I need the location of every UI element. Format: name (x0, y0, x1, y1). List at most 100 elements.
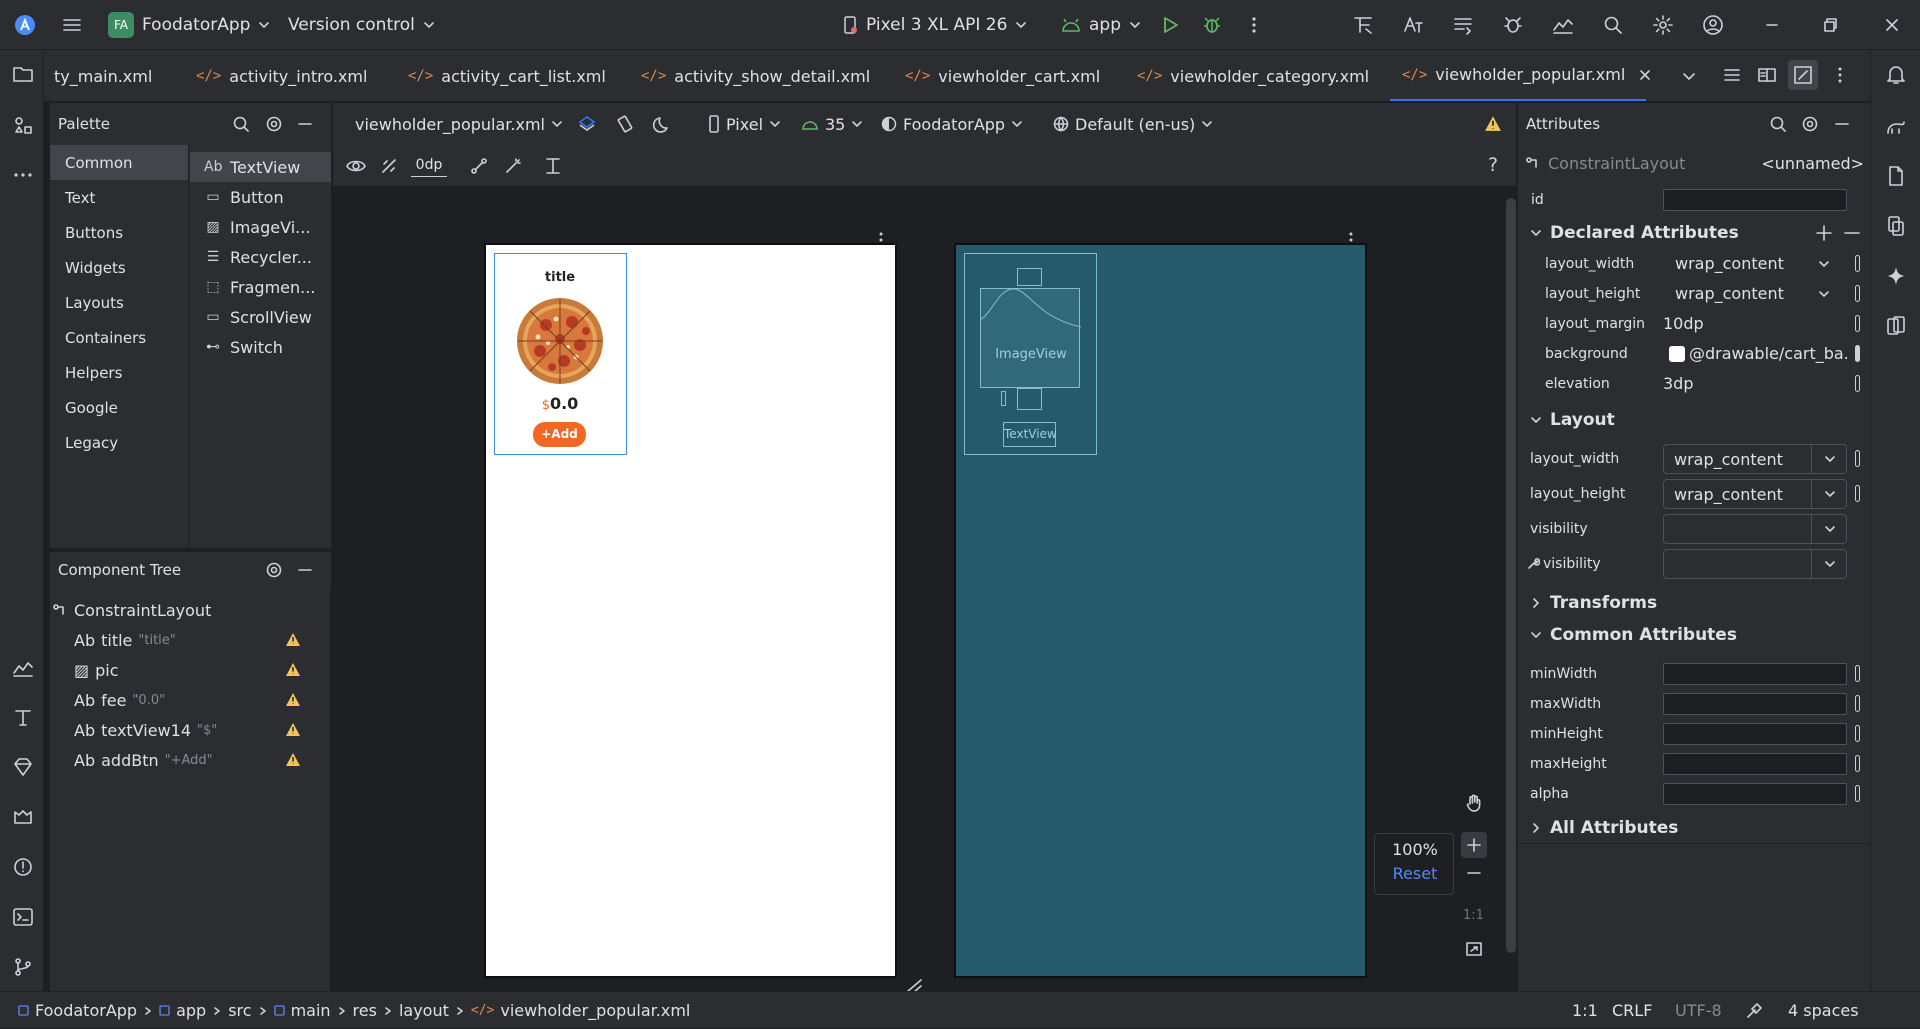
main-menu-icon[interactable] (60, 13, 84, 37)
attr-value[interactable]: 3dp (1663, 374, 1694, 393)
close-window-icon[interactable] (1880, 13, 1904, 37)
locale-selector[interactable]: Default (en-us) (1053, 103, 1213, 145)
declared-background[interactable]: background @drawable/cart_ba... (1518, 339, 1870, 369)
app-quality-icon[interactable] (1501, 13, 1525, 37)
resource-picker-icon[interactable] (1855, 725, 1860, 742)
palette-widget-textview[interactable]: Ab TextView (190, 152, 331, 182)
palette-widget-fragment[interactable]: ⬚ Fragmen... (190, 272, 331, 302)
resource-picker-icon[interactable] (1855, 665, 1860, 682)
help-icon[interactable]: ? (1488, 154, 1498, 176)
guidelines-icon[interactable] (543, 156, 563, 176)
running-devices-icon[interactable] (1885, 215, 1907, 237)
line-separator[interactable]: CRLF (1612, 992, 1652, 1029)
chevron-down-icon[interactable] (1818, 288, 1830, 300)
search-icon[interactable] (1601, 13, 1625, 37)
design-view-icon[interactable] (1788, 60, 1818, 90)
attr-id-input[interactable] (1663, 189, 1847, 211)
caret-position[interactable]: 1:1 (1572, 992, 1598, 1029)
palette-category-common[interactable]: Common (50, 145, 188, 180)
gradle-icon[interactable] (1885, 116, 1907, 138)
search-icon[interactable] (231, 114, 251, 134)
breadcrumb-project[interactable]: FoodatorApp (35, 1001, 137, 1020)
app-inspection-icon[interactable] (12, 806, 34, 828)
palette-widget-switch[interactable]: ⊷ Switch (190, 332, 331, 362)
autoconnect-icon[interactable] (379, 156, 399, 176)
add-attribute-icon[interactable] (1814, 223, 1834, 243)
warning-icon[interactable] (285, 662, 301, 677)
device-manager-icon[interactable] (1551, 13, 1575, 37)
tab-viewholder-popular[interactable]: </> viewholder_popular.xml (1390, 50, 1651, 101)
tree-node-title[interactable]: Ab title "title" (50, 625, 331, 655)
theme-selector[interactable]: FoodatorApp (881, 103, 1023, 145)
tree-node-pic[interactable]: ▨ pic (50, 655, 331, 685)
minimize-panel-icon[interactable] (295, 114, 315, 134)
transforms-section[interactable]: Transforms (1518, 587, 1870, 619)
attr-value[interactable]: wrap_content (1675, 254, 1784, 273)
zoom-out-icon[interactable] (1464, 863, 1484, 883)
warning-icon[interactable] (285, 692, 301, 707)
minimize-panel-icon[interactable] (1832, 114, 1852, 134)
breadcrumb-main[interactable]: main (291, 1001, 331, 1020)
palette-category-helpers[interactable]: Helpers (50, 355, 188, 390)
resource-picker-icon[interactable] (1855, 315, 1860, 332)
palette-widget-button[interactable]: ▭ Button (190, 182, 331, 212)
warning-icon[interactable] (285, 722, 301, 737)
palette-category-containers[interactable]: Containers (50, 320, 188, 355)
color-swatch[interactable] (1669, 346, 1685, 362)
default-margin-selector[interactable]: 0dp (411, 155, 447, 177)
file-encoding[interactable]: UTF-8 (1675, 992, 1722, 1029)
breadcrumb-res[interactable]: res (353, 1001, 377, 1020)
close-tab-icon[interactable] (1639, 69, 1651, 81)
tab-activity-intro[interactable]: </> activity_intro.xml (196, 50, 367, 101)
resource-picker-icon[interactable] (1855, 375, 1860, 392)
attr-value[interactable]: 10dp (1663, 314, 1704, 333)
breadcrumb-app[interactable]: app (176, 1001, 206, 1020)
resource-picker-icon[interactable] (1855, 785, 1860, 802)
attr-value[interactable]: @drawable/cart_ba... (1689, 344, 1849, 363)
infer-constraints-wand-icon[interactable] (503, 156, 523, 176)
remove-attribute-icon[interactable] (1842, 223, 1862, 243)
settings-gear-icon[interactable] (1651, 13, 1675, 37)
gem-icon[interactable] (12, 756, 34, 778)
emulator-icon[interactable] (1885, 315, 1907, 337)
tree-node-fee[interactable]: Ab fee "0.0" (50, 685, 331, 715)
palette-widget-recyclerview[interactable]: ☰ Recycler... (190, 242, 331, 272)
zoom-to-fit-icon[interactable] (1464, 939, 1484, 959)
warning-icon[interactable] (1484, 115, 1502, 132)
tab-viewholder-category[interactable]: </> viewholder_category.xml (1137, 50, 1369, 101)
debug-icon[interactable] (1200, 13, 1224, 37)
indent-setting[interactable]: 4 spaces (1788, 992, 1859, 1029)
file-selector[interactable]: viewholder_popular.xml (355, 103, 563, 145)
settings-gear-icon[interactable] (264, 560, 284, 580)
resource-picker-icon[interactable] (1855, 485, 1860, 502)
palette-category-layouts[interactable]: Layouts (50, 285, 188, 320)
code-style-icon[interactable] (1745, 992, 1763, 1029)
zoom-actual-size[interactable]: 1:1 (1463, 908, 1484, 923)
minheight-input[interactable] (1663, 723, 1847, 745)
device-preview-selector[interactable]: Pixel (708, 103, 781, 145)
project-selector[interactable]: FA FoodatorApp (108, 0, 270, 50)
palette-category-legacy[interactable]: Legacy (50, 425, 188, 460)
selected-constraint-layout[interactable]: title $0.0 +Add (494, 253, 627, 455)
tree-node-textview14[interactable]: Ab textView14 "$" (50, 715, 331, 745)
version-control-menu[interactable]: Version control (288, 0, 435, 50)
alpha-input[interactable] (1663, 783, 1847, 805)
git-branch-icon[interactable] (12, 956, 34, 978)
declared-layout-width[interactable]: layout_width wrap_content (1518, 249, 1870, 279)
more-options-icon[interactable] (1830, 65, 1850, 85)
zoom-reset-link[interactable]: Reset (1375, 864, 1455, 883)
account-icon[interactable] (1701, 13, 1725, 37)
minimize-panel-icon[interactable] (295, 560, 315, 580)
restore-window-icon[interactable] (1818, 13, 1842, 37)
resource-picker-icon[interactable] (1855, 755, 1860, 772)
android-studio-logo-icon[interactable] (13, 13, 37, 37)
visibility-dropdown[interactable] (1663, 514, 1847, 544)
declared-layout-margin[interactable]: layout_margin 10dp (1518, 309, 1870, 339)
palette-category-text[interactable]: Text (50, 180, 188, 215)
minimize-window-icon[interactable] (1760, 13, 1784, 37)
palette-category-widgets[interactable]: Widgets (50, 250, 188, 285)
breadcrumb-src[interactable]: src (228, 1001, 251, 1020)
gemini-sparkle-icon[interactable] (1885, 265, 1907, 287)
project-folder-icon[interactable] (12, 63, 34, 85)
declared-layout-height[interactable]: layout_height wrap_content (1518, 279, 1870, 309)
